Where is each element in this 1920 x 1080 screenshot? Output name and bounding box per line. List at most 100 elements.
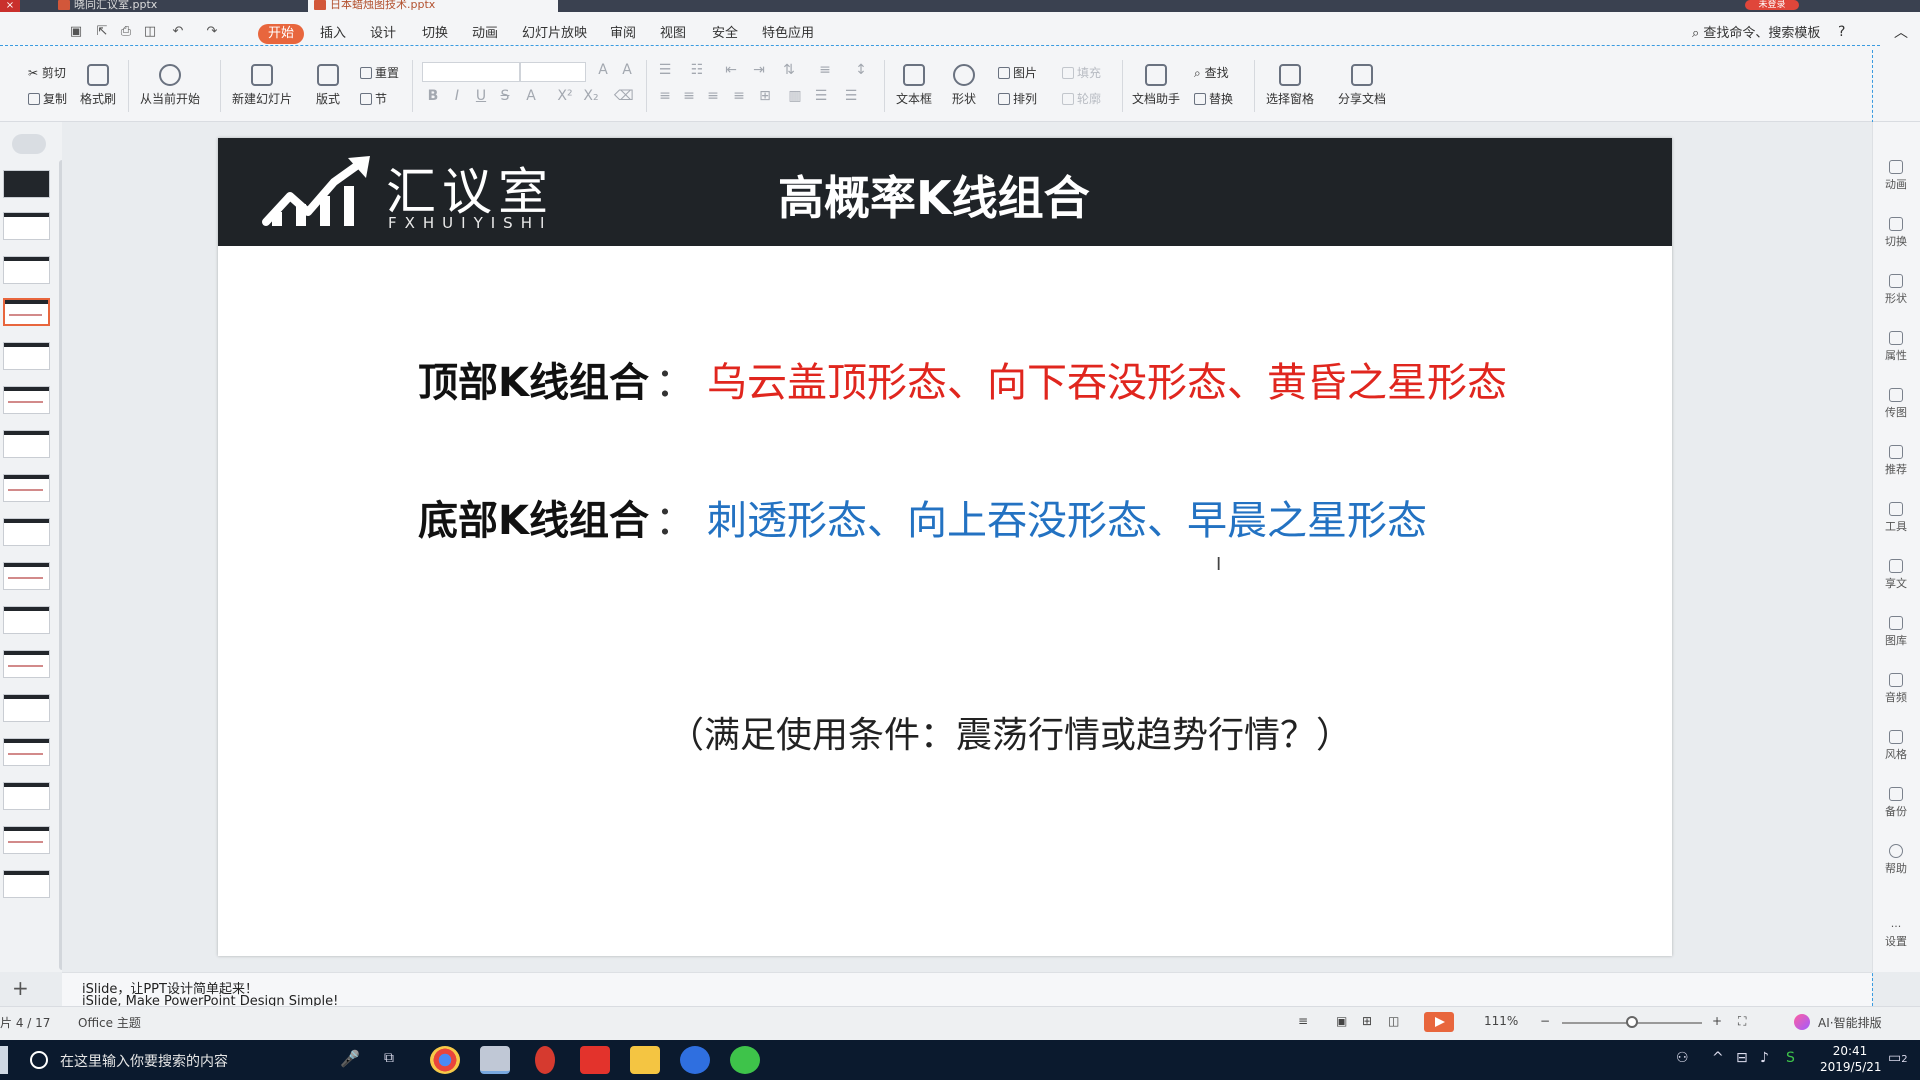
replace-button[interactable]: 替换: [1194, 90, 1233, 107]
slide-thumbnail[interactable]: [3, 782, 50, 810]
usage-condition-note[interactable]: （满足使用条件：震荡行情或趋势行情？）: [668, 706, 1352, 758]
close-icon[interactable]: ×: [0, 0, 20, 12]
help-icon[interactable]: ?: [1838, 24, 1845, 40]
copy-button[interactable]: 复制: [28, 90, 67, 107]
paint-icon[interactable]: [480, 1046, 510, 1074]
slide-thumbnail[interactable]: [3, 562, 50, 590]
start-icon[interactable]: [0, 1046, 8, 1074]
slide-thumbnail[interactable]: [3, 386, 50, 414]
chrome-icon[interactable]: [430, 1046, 460, 1074]
save-icon[interactable]: ▣: [68, 24, 84, 40]
reset-button[interactable]: 重置: [360, 64, 399, 81]
share-doc-button[interactable]: 分享文档: [1338, 64, 1386, 107]
thumbnail-view-toggle[interactable]: [12, 134, 46, 154]
tab-security[interactable]: 安全: [710, 24, 740, 44]
shape-button[interactable]: 形状: [952, 64, 976, 107]
bottom-patterns-line[interactable]: 底部K线组合： 刺透形态、向上吞没形态、早晨之星形态: [418, 488, 1427, 546]
tray-expand-icon[interactable]: ^: [1712, 1050, 1724, 1066]
slide-title[interactable]: 高概率K线组合: [778, 162, 1090, 228]
tab-features[interactable]: 特色应用: [760, 24, 816, 44]
task-view-icon[interactable]: ⧉: [384, 1050, 394, 1066]
wps-writer-icon[interactable]: [680, 1046, 710, 1074]
pane-help[interactable]: 帮助: [1876, 844, 1916, 876]
pane-recommend[interactable]: 推荐: [1876, 445, 1916, 477]
cortana-icon[interactable]: [30, 1051, 48, 1069]
file-explorer-icon[interactable]: [630, 1046, 660, 1074]
clock[interactable]: 20:41 2019/5/21: [1820, 1043, 1882, 1075]
columns-icon[interactable]: ▥: [786, 88, 804, 104]
tab-design[interactable]: 设计: [368, 24, 398, 44]
reading-view-icon[interactable]: ◫: [1388, 1014, 1399, 1028]
section-button[interactable]: 节: [360, 90, 387, 107]
play-slideshow-button[interactable]: [1424, 1012, 1454, 1032]
pane-audio[interactable]: 音频: [1876, 673, 1916, 705]
doc-tab-2[interactable]: 日本蜡烛图技术.pptx: [308, 0, 558, 12]
sorter-view-icon[interactable]: ⊞: [1362, 1014, 1372, 1028]
login-button[interactable]: 未登录: [1745, 0, 1799, 10]
normal-view-icon[interactable]: ▣: [1336, 1014, 1347, 1028]
slide-thumbnail-current[interactable]: [3, 298, 50, 326]
zoom-out-icon[interactable]: −: [1540, 1014, 1550, 1028]
fit-window-icon[interactable]: ⛶: [1738, 1014, 1746, 1029]
slide-thumbnail[interactable]: [3, 170, 50, 198]
app-bird-icon[interactable]: [535, 1046, 555, 1074]
notes-toggle-icon[interactable]: ≡: [1298, 1014, 1308, 1028]
align-center-icon[interactable]: ≡: [680, 88, 698, 104]
slide-thumbnail[interactable]: [3, 430, 50, 458]
zoom-slider-handle[interactable]: [1626, 1016, 1638, 1028]
print-icon[interactable]: ⎙: [118, 24, 134, 40]
ai-layout-button[interactable]: AI·智能排版: [1818, 1014, 1882, 1031]
cut-button[interactable]: ✂ 剪切: [28, 64, 66, 81]
pane-animation[interactable]: 动画: [1876, 160, 1916, 192]
preview-icon[interactable]: ◫: [142, 24, 158, 40]
slide-thumbnail[interactable]: [3, 826, 50, 854]
pane-tools[interactable]: 工具: [1876, 502, 1916, 534]
slide-thumbnail[interactable]: [3, 342, 50, 370]
pane-share[interactable]: 享文: [1876, 559, 1916, 591]
underline-icon[interactable]: U: [472, 88, 490, 104]
align-right-icon[interactable]: ≡: [704, 88, 722, 104]
pane-transition[interactable]: 切换: [1876, 217, 1916, 249]
numbering-icon[interactable]: ☷: [688, 62, 706, 78]
picture-button[interactable]: 图片: [998, 64, 1037, 81]
pane-properties[interactable]: 属性: [1876, 331, 1916, 363]
zoom-in-icon[interactable]: +: [1712, 1014, 1722, 1028]
para-spacing-icon[interactable]: ☰: [812, 88, 830, 104]
text-direction-icon[interactable]: ⇅: [780, 62, 798, 78]
slide-thumbnail[interactable]: [3, 256, 50, 284]
wps-pdf-icon[interactable]: [580, 1046, 610, 1074]
input-method-icon[interactable]: S: [1786, 1050, 1795, 1066]
layout-button[interactable]: 版式: [316, 64, 340, 107]
collapse-ribbon-icon[interactable]: ︿: [1894, 22, 1908, 42]
export-icon[interactable]: ⇱: [94, 24, 110, 40]
pane-gallery[interactable]: 图库: [1876, 616, 1916, 648]
font-family-select[interactable]: [422, 62, 520, 82]
line-spacing-icon[interactable]: ↕: [852, 62, 870, 78]
textbox-button[interactable]: 文本框: [896, 64, 932, 107]
indent-icon[interactable]: ⇥: [750, 62, 768, 78]
justify-icon[interactable]: ≡: [730, 88, 748, 104]
top-patterns-line[interactable]: 顶部K线组合： 乌云盖顶形态、向下吞没形态、黄昏之星形态: [418, 350, 1507, 408]
bullets-icon[interactable]: ☰: [656, 62, 674, 78]
slide-thumbnail[interactable]: [3, 606, 50, 634]
pane-shape[interactable]: 形状: [1876, 274, 1916, 306]
format-painter-button[interactable]: 格式刷: [80, 64, 116, 107]
slide-thumbnail[interactable]: [3, 474, 50, 502]
subscript-icon[interactable]: X₂: [582, 88, 600, 104]
slide-thumbnail[interactable]: [3, 738, 50, 766]
list-spacing-icon[interactable]: ☰: [842, 88, 860, 104]
align-text-icon[interactable]: ≡: [816, 62, 834, 78]
play-from-current-button[interactable]: 从当前开始: [140, 64, 200, 107]
add-slide-icon[interactable]: +: [12, 976, 29, 1000]
bold-icon[interactable]: B: [424, 88, 442, 104]
outdent-icon[interactable]: ⇤: [722, 62, 740, 78]
pane-backup[interactable]: 备份: [1876, 787, 1916, 819]
align-left-icon[interactable]: ≡: [656, 88, 674, 104]
pane-upload-image[interactable]: 传图: [1876, 388, 1916, 420]
superscript-icon[interactable]: X²: [556, 88, 574, 104]
tab-view[interactable]: 视图: [658, 24, 688, 44]
strikethrough-icon[interactable]: S: [496, 88, 514, 104]
decrease-font-icon[interactable]: A: [618, 62, 636, 78]
taskbar-search[interactable]: 在这里输入你要搜索的内容: [60, 1051, 228, 1071]
doc-tab-1[interactable]: 晓同汇议室.pptx: [52, 0, 292, 12]
